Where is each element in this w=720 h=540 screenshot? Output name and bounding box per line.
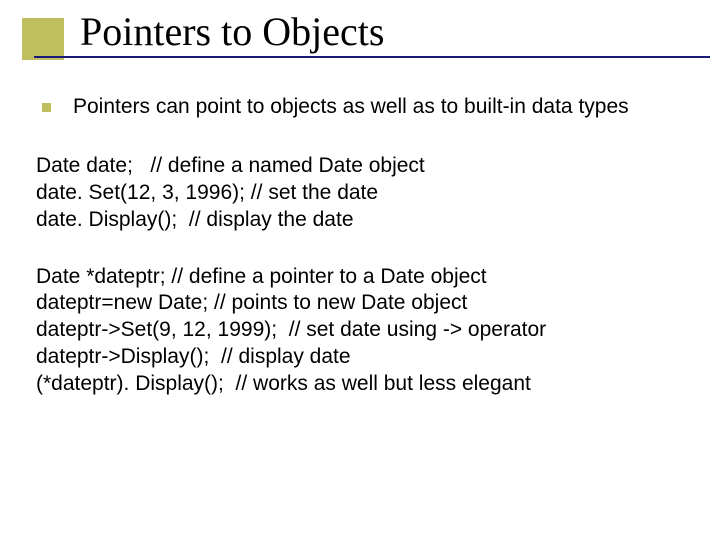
- code-block-2: Date *dateptr; // define a pointer to a …: [36, 264, 684, 398]
- code-line: dateptr->Set(9, 12, 1999); // set date u…: [36, 317, 684, 344]
- code-line: dateptr->Display(); // display date: [36, 344, 684, 371]
- code-line: date. Display(); // display the date: [36, 207, 684, 234]
- code-line: dateptr=new Date; // points to new Date …: [36, 290, 684, 317]
- square-bullet-icon: [42, 103, 51, 112]
- bullet-item: Pointers can point to objects as well as…: [36, 94, 684, 121]
- title-area: Pointers to Objects: [0, 0, 720, 66]
- code-line: Date *dateptr; // define a pointer to a …: [36, 264, 684, 291]
- slide: Pointers to Objects Pointers can point t…: [0, 0, 720, 540]
- slide-content: Pointers can point to objects as well as…: [0, 66, 720, 398]
- code-block-1: Date date; // define a named Date object…: [36, 153, 684, 234]
- code-line: date. Set(12, 3, 1996); // set the date: [36, 180, 684, 207]
- code-line: (*dateptr). Display(); // works as well …: [36, 371, 684, 398]
- code-line: Date date; // define a named Date object: [36, 153, 684, 180]
- title-underline: [34, 56, 710, 58]
- bullet-text: Pointers can point to objects as well as…: [73, 94, 684, 121]
- slide-title: Pointers to Objects: [0, 10, 720, 54]
